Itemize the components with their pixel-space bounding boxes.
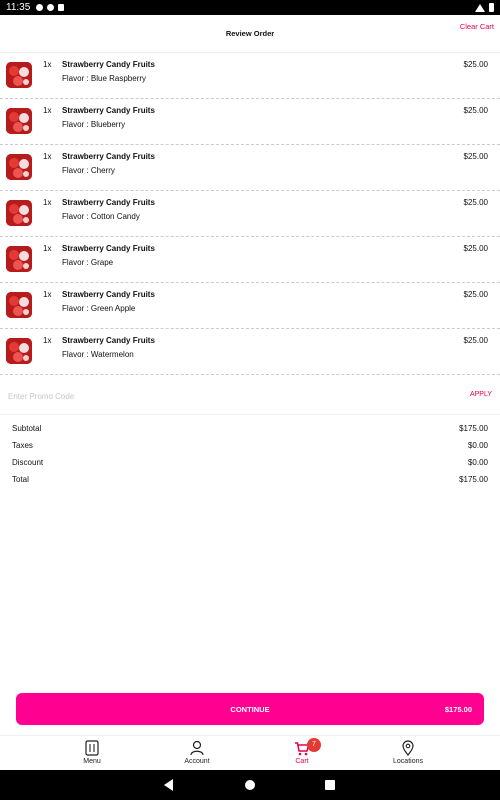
item-name: Strawberry Candy Fruits (62, 336, 155, 345)
tab-locations[interactable]: Locations (378, 740, 438, 765)
product-thumbnail (6, 62, 32, 88)
promo-code-input[interactable] (8, 388, 308, 404)
taxes-value: $0.00 (467, 441, 488, 450)
cart-item[interactable]: 1x Strawberry Candy Fruits Flavor : Blue… (0, 53, 500, 99)
item-name: Strawberry Candy Fruits (62, 198, 155, 207)
item-quantity: 1x (43, 152, 52, 161)
taxes-row: Taxes $0.00 (12, 441, 488, 458)
clear-cart-button[interactable]: Clear Cart (460, 22, 494, 31)
tab-account-label: Account (184, 758, 210, 765)
settings-icon (36, 4, 44, 11)
continue-button[interactable]: CONTINUE $175.00 (16, 693, 484, 725)
discount-label: Discount (12, 458, 44, 467)
item-quantity: 1x (43, 106, 52, 115)
item-name: Strawberry Candy Fruits (62, 60, 155, 69)
product-thumbnail (6, 108, 32, 134)
item-flavor: Flavor : Cherry (62, 166, 115, 175)
total-label: Total (12, 475, 29, 484)
menu-icon (85, 740, 99, 756)
tab-locations-label: Locations (393, 758, 423, 765)
battery-icon (489, 3, 494, 12)
item-price: $25.00 (463, 60, 488, 69)
location-pin-icon (401, 740, 415, 756)
item-name: Strawberry Candy Fruits (62, 152, 155, 161)
item-flavor: Flavor : Cotton Candy (62, 212, 140, 221)
product-thumbnail (6, 338, 32, 364)
total-value: $175.00 (459, 475, 488, 484)
item-name: Strawberry Candy Fruits (62, 106, 155, 115)
continue-label: CONTINUE (230, 705, 270, 714)
order-summary: Subtotal $175.00 Taxes $0.00 Discount $0… (12, 424, 488, 492)
header: Review Order Clear Cart (0, 15, 500, 53)
product-thumbnail (6, 154, 32, 180)
cart-item[interactable]: 1x Strawberry Candy Fruits Flavor : Cott… (0, 191, 500, 237)
promo-section: APPLY (0, 375, 500, 415)
cart-icon: 7 (295, 738, 321, 756)
tab-account[interactable]: Account (167, 740, 227, 765)
cart-item[interactable]: 1x Strawberry Candy Fruits Flavor : Cher… (0, 145, 500, 191)
item-quantity: 1x (43, 336, 52, 345)
item-quantity: 1x (43, 290, 52, 299)
page-title: Review Order (225, 29, 275, 38)
cart-item-list: 1x Strawberry Candy Fruits Flavor : Blue… (0, 53, 500, 375)
item-price: $25.00 (463, 152, 488, 161)
cart-item[interactable]: 1x Strawberry Candy Fruits Flavor : Gree… (0, 283, 500, 329)
item-quantity: 1x (43, 244, 52, 253)
item-price: $25.00 (463, 106, 488, 115)
back-icon[interactable] (164, 779, 173, 791)
item-quantity: 1x (43, 60, 52, 69)
item-name: Strawberry Candy Fruits (62, 244, 155, 253)
status-time: 11:35 (6, 2, 31, 13)
product-thumbnail (6, 200, 32, 226)
tab-cart-label: Cart (295, 758, 309, 765)
item-quantity: 1x (43, 198, 52, 207)
system-navigation-bar (0, 770, 500, 800)
item-flavor: Flavor : Watermelon (62, 350, 134, 359)
item-flavor: Flavor : Blueberry (62, 120, 126, 129)
tab-cart[interactable]: 7 Cart (272, 738, 332, 765)
item-flavor: Flavor : Blue Raspberry (62, 74, 147, 83)
play-protect-icon (47, 4, 55, 11)
discount-row: Discount $0.00 (12, 458, 488, 475)
tab-menu[interactable]: Menu (62, 740, 122, 765)
wifi-icon (475, 3, 485, 12)
product-thumbnail (6, 292, 32, 318)
item-flavor: Flavor : Grape (62, 258, 114, 267)
apply-promo-button[interactable]: APPLY (470, 391, 492, 398)
cart-count-badge: 7 (307, 738, 321, 752)
subtotal-label: Subtotal (12, 424, 42, 433)
item-price: $25.00 (463, 290, 488, 299)
product-thumbnail (6, 246, 32, 272)
item-name: Strawberry Candy Fruits (62, 290, 155, 299)
recents-icon[interactable] (325, 780, 335, 790)
bottom-tab-bar: Menu Account 7 Cart Locations (0, 735, 500, 770)
item-price: $25.00 (463, 244, 488, 253)
discount-value: $0.00 (467, 458, 488, 467)
cart-item[interactable]: 1x Strawberry Candy Fruits Flavor : Grap… (0, 237, 500, 283)
taxes-label: Taxes (12, 441, 33, 450)
item-flavor: Flavor : Green Apple (62, 304, 136, 313)
account-icon (190, 740, 204, 756)
status-bar: 11:35 (0, 0, 500, 15)
continue-amount: $175.00 (444, 705, 472, 714)
cart-item[interactable]: 1x Strawberry Candy Fruits Flavor : Wate… (0, 329, 500, 375)
subtotal-row: Subtotal $175.00 (12, 424, 488, 441)
home-icon[interactable] (245, 780, 255, 790)
sd-card-icon (58, 4, 65, 11)
total-row: Total $175.00 (12, 475, 488, 492)
tab-menu-label: Menu (83, 758, 101, 765)
item-price: $25.00 (463, 336, 488, 345)
subtotal-value: $175.00 (459, 424, 488, 433)
item-price: $25.00 (463, 198, 488, 207)
cart-item[interactable]: 1x Strawberry Candy Fruits Flavor : Blue… (0, 99, 500, 145)
